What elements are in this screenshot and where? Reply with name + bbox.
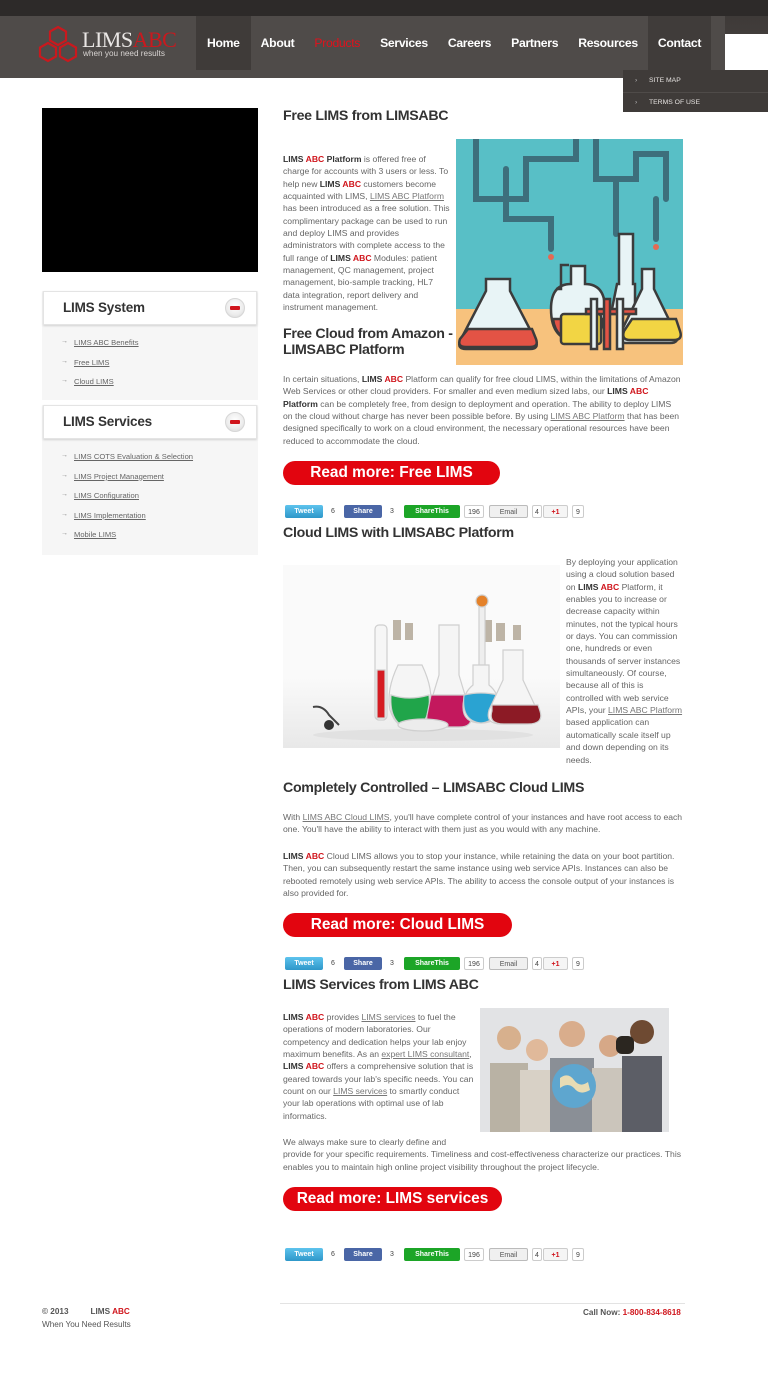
google-plus-count: 9	[572, 1248, 584, 1261]
sidebar-panel-header[interactable]: LIMS Services	[43, 405, 257, 439]
video-player[interactable]	[42, 108, 258, 272]
nav-contact[interactable]: Contact	[647, 16, 712, 70]
heading-lims-services: LIMS Services from LIMS ABC	[283, 977, 479, 993]
sidebar-panel-title: LIMS System	[63, 300, 145, 315]
link-lims-services[interactable]: LIMS services	[333, 1086, 387, 1096]
email-count: 4	[532, 1248, 542, 1261]
contact-dropdown: SITE MAP TERMS OF USE	[623, 70, 768, 113]
sharethis-button[interactable]: ShareThis	[404, 957, 460, 970]
link-expert-lims-consultant[interactable]: expert LIMS consultant	[381, 1049, 469, 1059]
glassware-photo	[283, 565, 560, 748]
sidebar-item-implementation[interactable]: LIMS Implementation	[61, 511, 258, 531]
read-more-lims-services-button[interactable]: Read more: LIMS services	[283, 1187, 502, 1211]
email-count: 4	[532, 505, 542, 518]
email-count: 4	[532, 957, 542, 970]
site-logo[interactable]: LIMSABC when you need results	[36, 25, 177, 65]
sidebar-item-configuration[interactable]: LIMS Configuration	[61, 491, 258, 511]
google-plus-button[interactable]: +1	[543, 1248, 568, 1261]
read-more-cloud-lims-button[interactable]: Read more: Cloud LIMS	[283, 913, 512, 937]
google-plus-count: 9	[572, 505, 584, 518]
free-lims-paragraph: LIMS ABC Platform is offered free of cha…	[283, 154, 450, 313]
free-cloud-paragraph: In certain situations, LIMS ABC Platform…	[283, 374, 681, 446]
main-nav: Home About Products Services Careers Par…	[196, 16, 712, 70]
nav-careers[interactable]: Careers	[438, 16, 501, 70]
footer-call-now: Call Now: 1-800-834-8618	[583, 1308, 681, 1317]
facebook-share-button[interactable]: Share	[344, 957, 382, 970]
sidebar-item-mobile-lims[interactable]: Mobile LIMS	[61, 530, 258, 550]
tweet-button[interactable]: Tweet	[285, 1248, 323, 1261]
heading-free-lims: Free LIMS from LIMSABC	[283, 108, 449, 124]
lab-flasks-illustration	[456, 139, 683, 365]
tweet-button[interactable]: Tweet	[285, 957, 323, 970]
facebook-share-button[interactable]: Share	[344, 505, 382, 518]
cloud-lims-paragraph: By deploying your application using a cl…	[566, 557, 683, 765]
heading-completely-controlled: Completely Controlled – LIMSABC Cloud LI…	[283, 780, 585, 796]
sidebar-panel-header[interactable]: LIMS System	[43, 291, 257, 325]
sharethis-button[interactable]: ShareThis	[404, 1248, 460, 1261]
facebook-count: 3	[386, 505, 398, 518]
logo-tagline: when you need results	[83, 49, 165, 58]
sidebar-panel-lims-services: LIMS Services LIMS COTS Evaluation & Sel…	[42, 405, 258, 555]
email-button[interactable]: Email	[489, 505, 528, 518]
collapse-minus-icon[interactable]	[225, 298, 245, 318]
email-button[interactable]: Email	[489, 957, 528, 970]
nav-about[interactable]: About	[251, 16, 305, 70]
team-photo	[480, 1008, 669, 1132]
tweet-button[interactable]: Tweet	[285, 505, 323, 518]
header-top-shade	[0, 0, 768, 16]
sidebar-item-cloud-lims[interactable]: Cloud LIMS	[61, 377, 258, 397]
sidebar-list: LIMS COTS Evaluation & Selection LIMS Pr…	[42, 439, 258, 552]
services-paragraph-2: We always make sure to clearly define an…	[283, 1137, 682, 1172]
heading-cloud-lims: Cloud LIMS with LIMSABC Platform	[283, 525, 514, 541]
header-white-corner	[725, 34, 768, 70]
sidebar-panel-title: LIMS Services	[63, 414, 152, 429]
link-lims-abc-platform[interactable]: LIMS ABC Platform	[370, 191, 444, 201]
sharethis-count: 196	[464, 505, 484, 518]
nav-services[interactable]: Services	[370, 16, 438, 70]
collapse-minus-icon[interactable]	[225, 412, 245, 432]
footer-tagline: When You Need Results	[42, 1320, 131, 1329]
tweet-count: 6	[327, 1248, 339, 1261]
nav-home[interactable]: Home	[196, 16, 251, 70]
link-lims-abc-platform[interactable]: LIMS ABC Platform	[608, 705, 682, 715]
share-bar: Tweet 6 Share 3 ShareThis 196 Email 4 +1…	[285, 957, 590, 971]
sidebar-item-free-lims[interactable]: Free LIMS	[61, 358, 258, 378]
facebook-count: 3	[386, 957, 398, 970]
tweet-count: 6	[327, 505, 339, 518]
sidebar-item-cots[interactable]: LIMS COTS Evaluation & Selection	[61, 452, 258, 472]
heading-free-cloud-amazon: Free Cloud from Amazon - LIMSABC Platfor…	[283, 326, 453, 358]
footer-divider	[280, 1303, 685, 1304]
email-button[interactable]: Email	[489, 1248, 528, 1261]
sidebar-panel-lims-system: LIMS System LIMS ABC Benefits Free LIMS …	[42, 291, 258, 400]
link-lims-abc-platform[interactable]: LIMS ABC Platform	[551, 411, 625, 421]
nav-partners[interactable]: Partners	[501, 16, 568, 70]
tweet-count: 6	[327, 957, 339, 970]
dropdown-item-terms[interactable]: TERMS OF USE	[623, 92, 768, 113]
services-paragraph-1: LIMS ABC provides LIMS services to fuel …	[283, 1012, 474, 1121]
facebook-share-button[interactable]: Share	[344, 1248, 382, 1261]
hexagon-logo-icon	[38, 25, 78, 63]
facebook-count: 3	[386, 1248, 398, 1261]
link-lims-abc-cloud-lims[interactable]: LIMS ABC Cloud LIMS	[303, 812, 390, 822]
read-more-free-lims-button[interactable]: Read more: Free LIMS	[283, 461, 500, 485]
footer-phone[interactable]: 1-800-834-8618	[623, 1308, 681, 1317]
google-plus-button[interactable]: +1	[543, 957, 568, 970]
sharethis-button[interactable]: ShareThis	[404, 505, 460, 518]
google-plus-button[interactable]: +1	[543, 505, 568, 518]
sidebar-list: LIMS ABC Benefits Free LIMS Cloud LIMS	[42, 325, 258, 399]
controlled-paragraph-2: LIMS ABC Cloud LIMS allows you to stop y…	[283, 851, 675, 899]
nav-resources[interactable]: Resources	[568, 16, 648, 70]
sharethis-count: 196	[464, 957, 484, 970]
sharethis-count: 196	[464, 1248, 484, 1261]
controlled-paragraph-1: With LIMS ABC Cloud LIMS, you'll have co…	[283, 812, 683, 835]
share-bar: Tweet 6 Share 3 ShareThis 196 Email 4 +1…	[285, 505, 590, 519]
share-bar: Tweet 6 Share 3 ShareThis 196 Email 4 +1…	[285, 1248, 590, 1262]
dropdown-item-site-map[interactable]: SITE MAP	[623, 71, 768, 91]
google-plus-count: 9	[572, 957, 584, 970]
link-lims-services[interactable]: LIMS services	[362, 1012, 416, 1022]
footer-copyright: © 2013 LIMS ABC	[42, 1307, 130, 1316]
nav-products[interactable]: Products	[304, 16, 370, 70]
sidebar-item-benefits[interactable]: LIMS ABC Benefits	[61, 338, 258, 358]
sidebar-item-project-management[interactable]: LIMS Project Management	[61, 472, 258, 492]
